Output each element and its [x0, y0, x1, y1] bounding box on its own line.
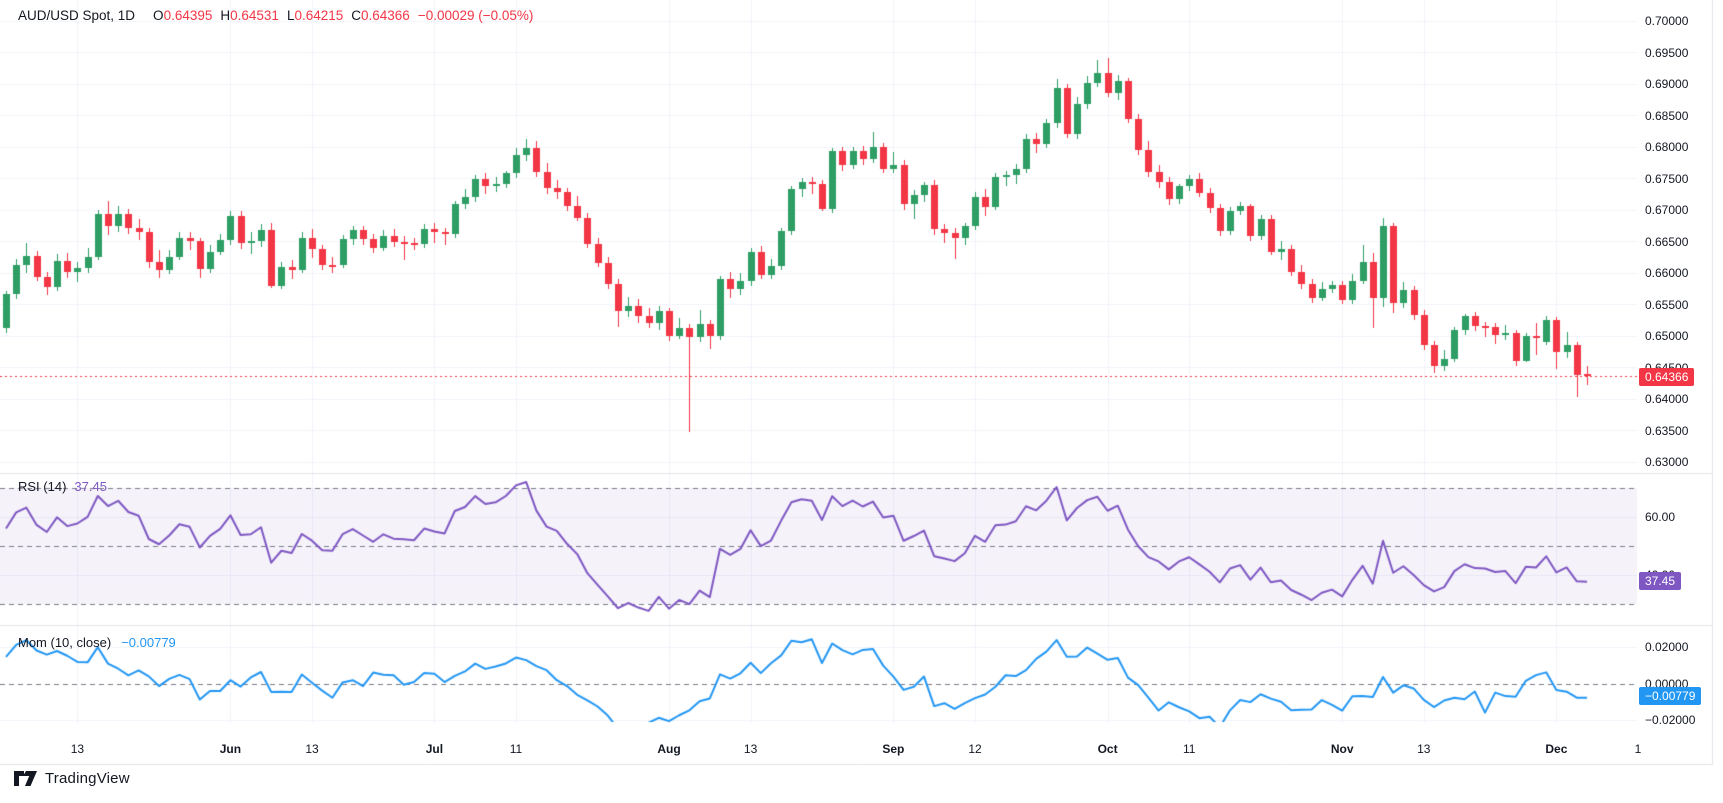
mom-title[interactable]: Mom (10, close) [18, 635, 111, 650]
rsi-legend[interactable]: RSI (14) 37.45 [18, 479, 107, 494]
price-axis-label: 0.69500 [1645, 45, 1688, 61]
mom-value: −0.00779 [121, 635, 176, 650]
price-axis-label: 0.67500 [1645, 171, 1688, 187]
mom-value-badge: −0.00779 [1639, 687, 1701, 705]
price-axis-label: 0.66500 [1645, 234, 1688, 250]
time-axis-label: 13 [305, 742, 318, 756]
rsi-value-badge: 37.45 [1639, 572, 1681, 590]
mom-axis-label: 0.02000 [1645, 639, 1688, 655]
time-axis-label: 11 [1183, 742, 1195, 756]
tradingview-chart: AUD/USD Spot, 1DO0.64395H0.64531L0.64215… [0, 0, 1723, 803]
time-axis-label: Jul [426, 742, 443, 756]
price-axis-label: 0.68500 [1645, 108, 1688, 124]
rsi-axis-label: 60.00 [1645, 509, 1675, 525]
tradingview-brand-text[interactable]: TradingView [45, 770, 130, 787]
time-axis-label: Sep [882, 742, 904, 756]
time-axis-label: 1 [1635, 742, 1642, 756]
low-value: 0.64215 [294, 8, 343, 23]
tradingview-logo-icon[interactable] [14, 770, 38, 787]
rsi-title[interactable]: RSI (14) [18, 479, 66, 494]
last-price-badge: 0.64366 [1639, 368, 1694, 386]
mom-axis-label: −0.02000 [1645, 712, 1695, 728]
time-axis-label: 13 [744, 742, 757, 756]
price-axis-label: 0.66000 [1645, 265, 1688, 281]
price-axis-label: 0.67000 [1645, 202, 1688, 218]
time-axis-label: 13 [71, 742, 84, 756]
price-axis-label: 0.69000 [1645, 76, 1688, 92]
time-axis-label: 11 [510, 742, 522, 756]
price-axis-label: 0.64000 [1645, 391, 1688, 407]
high-label: H [220, 8, 230, 23]
price-axis-label: 0.65500 [1645, 297, 1688, 313]
open-label: O [153, 8, 164, 23]
time-axis-label: Dec [1545, 742, 1567, 756]
high-value: 0.64531 [230, 8, 279, 23]
time-axis-label: 12 [968, 742, 981, 756]
time-axis-label: Nov [1331, 742, 1354, 756]
time-axis-label: 13 [1417, 742, 1430, 756]
mom-legend[interactable]: Mom (10, close) −0.00779 [18, 635, 176, 650]
price-axis-label: 0.63500 [1645, 423, 1688, 439]
time-axis-label: Aug [657, 742, 680, 756]
close-value: 0.64366 [361, 8, 410, 23]
time-axis-label: Oct [1098, 742, 1118, 756]
symbol-legend[interactable]: AUD/USD Spot, 1DO0.64395H0.64531L0.64215… [18, 8, 533, 23]
price-axis-label: 0.70000 [1645, 13, 1688, 29]
price-axis-label: 0.68000 [1645, 139, 1688, 155]
close-label: C [351, 8, 361, 23]
chart-canvas[interactable] [0, 0, 1723, 803]
rsi-value: 37.45 [74, 479, 107, 494]
time-axis-label: Jun [220, 742, 241, 756]
open-value: 0.64395 [164, 8, 213, 23]
footer: TradingView [14, 770, 130, 787]
symbol-title[interactable]: AUD/USD Spot, 1D [18, 8, 135, 23]
change-value: −0.00029 (−0.05%) [418, 8, 534, 23]
price-axis-label: 0.63000 [1645, 454, 1688, 470]
price-axis-label: 0.65000 [1645, 328, 1688, 344]
